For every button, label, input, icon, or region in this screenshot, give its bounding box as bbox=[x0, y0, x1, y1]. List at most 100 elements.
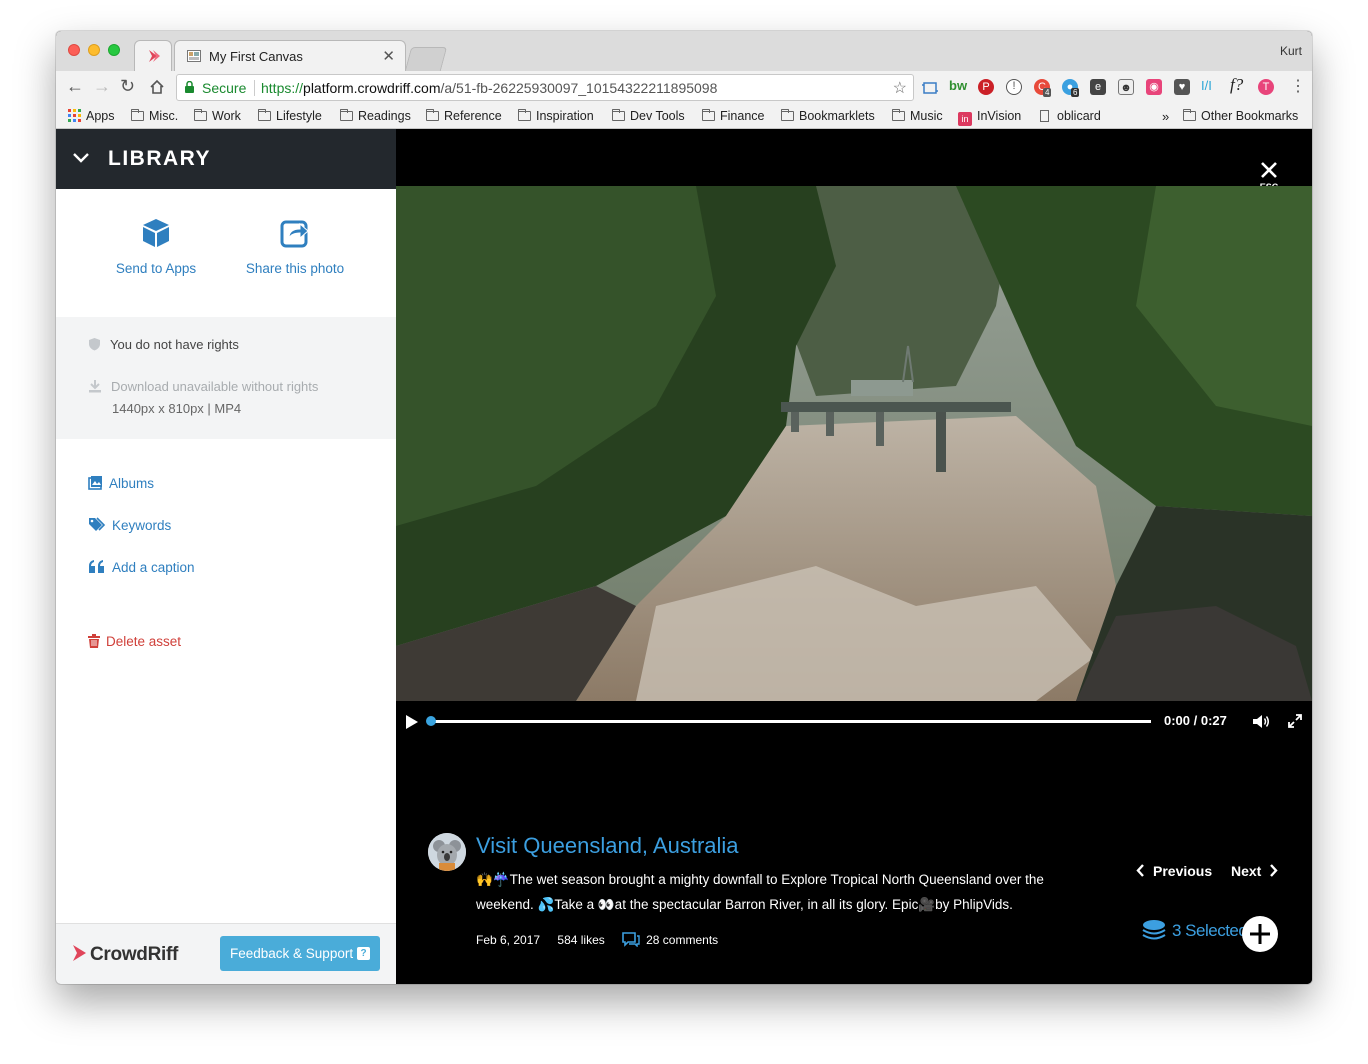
profile-icon[interactable]: T bbox=[1258, 79, 1274, 95]
bookmarks-overflow[interactable]: » bbox=[1162, 109, 1169, 124]
canvas-favicon-icon bbox=[187, 50, 201, 62]
crowdriff-logo: CrowdRiff bbox=[72, 944, 178, 966]
previous-button[interactable]: Previous bbox=[1136, 863, 1212, 879]
title-bar: My First Canvas ✕ Kurt bbox=[56, 31, 1312, 71]
comments-count[interactable]: 28 comments bbox=[646, 933, 718, 947]
source-title[interactable]: Visit Queensland, Australia bbox=[476, 833, 739, 859]
bookmark-label: Apps bbox=[86, 109, 115, 123]
font-icon[interactable]: f? bbox=[1230, 75, 1243, 95]
info-icon[interactable]: ! bbox=[1006, 79, 1022, 95]
close-window-button[interactable] bbox=[68, 44, 80, 56]
delete-asset-button[interactable]: Delete asset bbox=[88, 634, 181, 649]
avatar[interactable] bbox=[428, 833, 466, 871]
selected-count-button[interactable]: 3 Selected bbox=[1142, 919, 1248, 941]
bookmark-readings[interactable]: Readings bbox=[340, 109, 411, 123]
fullscreen-icon[interactable] bbox=[1288, 714, 1302, 728]
bookmark-dev-tools[interactable]: Dev Tools bbox=[612, 109, 685, 123]
home-icon[interactable] bbox=[149, 79, 165, 95]
folder-icon bbox=[518, 109, 531, 121]
albums-icon bbox=[88, 476, 102, 490]
feedback-label: Feedback & Support bbox=[230, 946, 354, 961]
bookmark-label: Readings bbox=[358, 109, 411, 123]
screen-capture-icon[interactable] bbox=[922, 80, 938, 96]
bookmark-invision[interactable]: in InVision bbox=[958, 109, 1021, 126]
browser-window: My First Canvas ✕ Kurt ← → ↻ Secure http… bbox=[56, 31, 1312, 984]
bookmark-finance[interactable]: Finance bbox=[702, 109, 764, 123]
bookmark-star-icon[interactable]: ☆ bbox=[893, 78, 907, 98]
progress-track[interactable] bbox=[431, 720, 1151, 723]
crowdriff-favicon-icon bbox=[149, 50, 160, 62]
back-arrow-icon[interactable]: ← bbox=[66, 76, 84, 97]
folder-icon bbox=[781, 109, 794, 121]
add-caption-label: Add a caption bbox=[112, 560, 195, 575]
add-caption-link[interactable]: Add a caption bbox=[88, 559, 195, 575]
bookmark-oblicard[interactable]: oblicard bbox=[1040, 109, 1101, 123]
progress-handle[interactable] bbox=[426, 716, 436, 726]
evernote-icon[interactable]: e bbox=[1090, 79, 1106, 95]
video-frame[interactable] bbox=[396, 186, 1312, 701]
feedback-support-button[interactable]: Feedback & Support ? bbox=[220, 936, 380, 971]
apps-grid-icon bbox=[68, 109, 81, 122]
bookmark-music[interactable]: Music bbox=[892, 109, 943, 123]
brand-name: CrowdRiff bbox=[90, 944, 179, 965]
albums-label: Albums bbox=[109, 476, 155, 491]
volume-icon[interactable] bbox=[1252, 714, 1270, 729]
keywords-link[interactable]: Keywords bbox=[88, 517, 171, 533]
badge-count: 6 bbox=[1071, 88, 1080, 97]
tab-close-icon[interactable]: ✕ bbox=[382, 47, 395, 65]
camera-icon[interactable]: ◉ bbox=[1146, 79, 1162, 95]
ghost-icon[interactable]: ☻ bbox=[1118, 79, 1134, 95]
bw-icon[interactable]: bw bbox=[949, 78, 967, 93]
stack-icon bbox=[1142, 920, 1166, 940]
bookmark-inspiration[interactable]: Inspiration bbox=[518, 109, 594, 123]
bookmark-reference[interactable]: Reference bbox=[426, 109, 502, 123]
bookmark-label: Inspiration bbox=[536, 109, 594, 123]
vim-icon[interactable]: I/I bbox=[1201, 78, 1212, 93]
folder-icon bbox=[1183, 109, 1196, 121]
chevron-down-icon[interactable] bbox=[72, 149, 90, 167]
add-to-selection-button[interactable] bbox=[1242, 916, 1278, 952]
folder-icon bbox=[340, 109, 353, 121]
river-gorge-video-still bbox=[396, 186, 1312, 701]
bookmark-label: oblicard bbox=[1057, 109, 1101, 123]
koala-avatar-icon bbox=[428, 833, 466, 871]
bookmark-label: Reference bbox=[444, 109, 502, 123]
asset-dimensions: 1440px x 810px | MP4 bbox=[112, 401, 242, 416]
pocket-icon[interactable]: ♥ bbox=[1174, 79, 1190, 95]
bookmark-bookmarklets[interactable]: Bookmarklets bbox=[781, 109, 875, 123]
tab-title: My First Canvas bbox=[209, 49, 303, 64]
share-icon bbox=[280, 220, 309, 248]
bookmark-other[interactable]: Other Bookmarks bbox=[1183, 109, 1298, 123]
rights-status: You do not have rights bbox=[88, 337, 239, 352]
delete-asset-label: Delete asset bbox=[106, 634, 182, 649]
invision-icon: in bbox=[958, 112, 972, 126]
bookmark-misc[interactable]: Misc. bbox=[131, 109, 178, 123]
keywords-label: Keywords bbox=[112, 518, 172, 533]
pinterest-icon[interactable]: P bbox=[978, 79, 994, 95]
bookmark-lifestyle[interactable]: Lifestyle bbox=[258, 109, 322, 123]
play-icon[interactable] bbox=[406, 715, 418, 729]
asset-meta: Feb 6, 2017 584 likes 28 comments bbox=[476, 932, 732, 948]
library-header[interactable]: LIBRARY bbox=[56, 129, 396, 189]
bookmark-label: Bookmarklets bbox=[799, 109, 875, 123]
url-text[interactable]: https://platform.crowdriff.com/a/51-fb-2… bbox=[261, 80, 717, 96]
send-to-apps-button[interactable]: Send to Apps bbox=[114, 217, 198, 276]
bookmark-work[interactable]: Work bbox=[194, 109, 241, 123]
lock-icon bbox=[185, 81, 194, 93]
zoom-window-button[interactable] bbox=[108, 44, 120, 56]
minimize-window-button[interactable] bbox=[88, 44, 100, 56]
new-tab-button[interactable] bbox=[404, 47, 448, 71]
next-button[interactable]: Next bbox=[1231, 863, 1278, 879]
tab-my-first-canvas[interactable]: My First Canvas ✕ bbox=[174, 40, 406, 71]
forward-arrow-icon[interactable]: → bbox=[93, 76, 111, 97]
share-photo-button[interactable]: Share this photo bbox=[242, 217, 348, 276]
pinned-tab-crowdriff[interactable] bbox=[134, 40, 172, 71]
bookmark-apps[interactable]: Apps bbox=[68, 109, 115, 123]
albums-link[interactable]: Albums bbox=[88, 475, 154, 491]
reload-icon[interactable]: ↻ bbox=[120, 76, 135, 97]
previous-label: Previous bbox=[1153, 863, 1213, 879]
profile-name[interactable]: Kurt bbox=[1280, 44, 1302, 58]
menu-icon[interactable]: ⋮ bbox=[1290, 76, 1306, 96]
bookmarks-bar: Apps Misc. Work Lifestyle Readings Refer… bbox=[56, 104, 1312, 129]
address-bar[interactable]: Secure https://platform.crowdriff.com/a/… bbox=[176, 74, 914, 101]
